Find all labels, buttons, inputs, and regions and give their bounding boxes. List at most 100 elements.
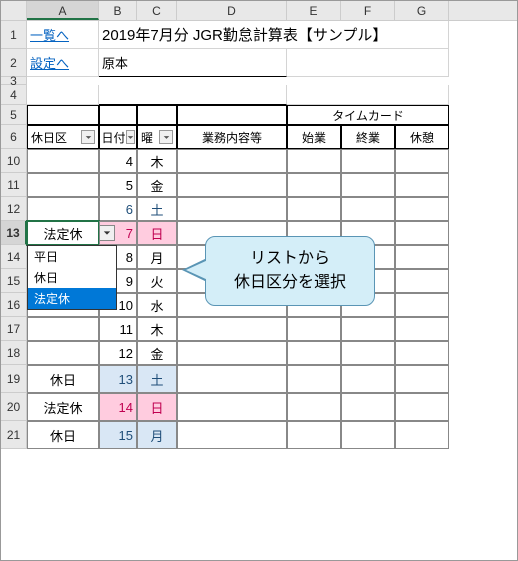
cell-weekday[interactable]: 土 <box>137 197 177 221</box>
cell-work[interactable] <box>177 365 287 393</box>
cell-weekday[interactable]: 土 <box>137 365 177 393</box>
row-header-16[interactable]: 16 <box>1 293 27 317</box>
cell-holiday[interactable]: 法定休 <box>27 393 99 421</box>
dropdown-list[interactable]: 平日休日法定休 <box>27 245 117 310</box>
header-date[interactable]: 日付 <box>99 125 137 149</box>
cell-weekday[interactable]: 木 <box>137 149 177 173</box>
row-header-17[interactable]: 17 <box>1 317 27 341</box>
row-header-18[interactable]: 18 <box>1 341 27 365</box>
cell-break[interactable] <box>395 365 449 393</box>
cell-start[interactable] <box>287 341 341 365</box>
cell-weekday[interactable]: 金 <box>137 341 177 365</box>
cell-holiday[interactable] <box>27 317 99 341</box>
row-header-10[interactable]: 10 <box>1 149 27 173</box>
cell-break[interactable] <box>395 149 449 173</box>
header-holiday[interactable]: 休日区 <box>27 125 99 149</box>
cell-break[interactable] <box>395 173 449 197</box>
cell-break[interactable] <box>395 293 449 317</box>
cell-work[interactable] <box>177 393 287 421</box>
cell-break[interactable] <box>395 197 449 221</box>
cell-end[interactable] <box>341 173 395 197</box>
cell-start[interactable] <box>287 197 341 221</box>
row-header-14[interactable]: 14 <box>1 245 27 269</box>
cell-end[interactable] <box>341 365 395 393</box>
cell-end[interactable] <box>341 393 395 421</box>
col-header-C[interactable]: C <box>137 1 177 20</box>
cell-start[interactable] <box>287 149 341 173</box>
cell-date[interactable]: 14 <box>99 393 137 421</box>
cell-weekday[interactable]: 日 <box>137 221 177 245</box>
cell-weekday[interactable]: 月 <box>137 421 177 449</box>
cell-holiday[interactable] <box>27 197 99 221</box>
cell-date[interactable]: 12 <box>99 341 137 365</box>
cell-holiday[interactable] <box>27 173 99 197</box>
cell-break[interactable] <box>395 421 449 449</box>
cell-date[interactable]: 6 <box>99 197 137 221</box>
row-header-1[interactable]: 1 <box>1 21 27 49</box>
filter-icon[interactable] <box>81 130 95 144</box>
cell-date[interactable]: 11 <box>99 317 137 341</box>
col-header-A[interactable]: A <box>27 1 99 20</box>
cell-date[interactable]: 13 <box>99 365 137 393</box>
cell-work[interactable] <box>177 421 287 449</box>
cell-break[interactable] <box>395 269 449 293</box>
cell-start[interactable] <box>287 317 341 341</box>
row-header-3[interactable]: 3 <box>1 77 27 85</box>
spreadsheet-grid[interactable]: 一覧へ2019年7月分 JGR勤怠計算表【サンプル】設定へ原本タイムカード休日区… <box>27 21 517 449</box>
cell-holiday[interactable] <box>27 149 99 173</box>
select-all-corner[interactable] <box>1 1 27 20</box>
filter-icon[interactable] <box>126 130 135 144</box>
filter-icon[interactable] <box>159 130 173 144</box>
cell-end[interactable] <box>341 341 395 365</box>
col-header-D[interactable]: D <box>177 1 287 20</box>
dropdown-option[interactable]: 休日 <box>28 267 116 288</box>
cell-end[interactable] <box>341 149 395 173</box>
header-weekday[interactable]: 曜 <box>137 125 177 149</box>
cell-holiday[interactable]: 休日 <box>27 421 99 449</box>
row-header-21[interactable]: 21 <box>1 421 27 449</box>
cell-break[interactable] <box>395 245 449 269</box>
col-header-F[interactable]: F <box>341 1 395 20</box>
cell-end[interactable] <box>341 317 395 341</box>
cell-end[interactable] <box>341 197 395 221</box>
cell-start[interactable] <box>287 421 341 449</box>
row-header-11[interactable]: 11 <box>1 173 27 197</box>
dropdown-option[interactable]: 平日 <box>28 246 116 267</box>
cell-holiday[interactable]: 休日 <box>27 365 99 393</box>
cell-start[interactable] <box>287 365 341 393</box>
row-header-19[interactable]: 19 <box>1 365 27 393</box>
cell-weekday[interactable]: 木 <box>137 317 177 341</box>
cell-break[interactable] <box>395 393 449 421</box>
row-header-12[interactable]: 12 <box>1 197 27 221</box>
cell-start[interactable] <box>287 173 341 197</box>
cell-start[interactable] <box>287 393 341 421</box>
col-header-E[interactable]: E <box>287 1 341 20</box>
cell-weekday[interactable]: 火 <box>137 269 177 293</box>
row-header-4[interactable]: 4 <box>1 85 27 105</box>
cell-work[interactable] <box>177 173 287 197</box>
cell-weekday[interactable]: 月 <box>137 245 177 269</box>
cell-work[interactable] <box>177 149 287 173</box>
cell-date[interactable]: 4 <box>99 149 137 173</box>
cell-work[interactable] <box>177 197 287 221</box>
link-settings[interactable]: 設定へ <box>27 49 99 77</box>
cell-break[interactable] <box>395 221 449 245</box>
row-header-15[interactable]: 15 <box>1 269 27 293</box>
cell-break[interactable] <box>395 317 449 341</box>
col-header-G[interactable]: G <box>395 1 449 20</box>
cell-holiday[interactable]: 法定休 <box>27 221 99 245</box>
cell-holiday[interactable] <box>27 341 99 365</box>
row-header-20[interactable]: 20 <box>1 393 27 421</box>
row-header-13[interactable]: 13 <box>1 221 27 245</box>
cell-work[interactable] <box>177 341 287 365</box>
link-list[interactable]: 一覧へ <box>27 21 99 49</box>
cell-work[interactable] <box>177 317 287 341</box>
cell-weekday[interactable]: 水 <box>137 293 177 317</box>
cell-weekday[interactable]: 日 <box>137 393 177 421</box>
row-header-6[interactable]: 6 <box>1 125 27 149</box>
dropdown-option[interactable]: 法定休 <box>28 288 116 309</box>
cell-weekday[interactable]: 金 <box>137 173 177 197</box>
cell-date[interactable]: 5 <box>99 173 137 197</box>
row-header-5[interactable]: 5 <box>1 105 27 125</box>
cell-end[interactable] <box>341 421 395 449</box>
